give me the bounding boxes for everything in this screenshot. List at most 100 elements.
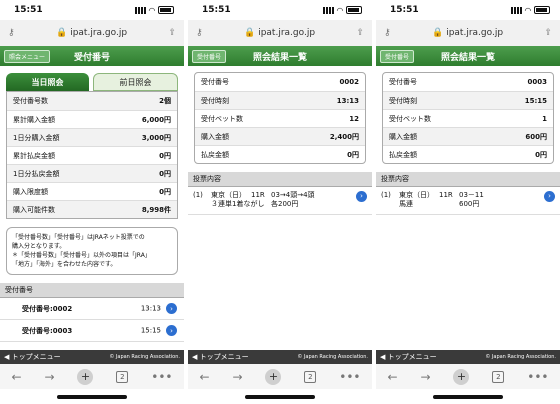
bet-race: 11R xyxy=(439,191,453,199)
note-line: 「受付番号数」「受付番号」はJRAネット投票での xyxy=(12,234,145,241)
chevron-right-icon[interactable]: › xyxy=(166,303,177,314)
tab-today[interactable]: 当日照会 xyxy=(6,73,89,91)
top-menu-link[interactable]: ◀ トップメニュー xyxy=(192,352,249,362)
chevron-right-icon[interactable]: › xyxy=(544,191,555,202)
row-value: 0003 xyxy=(527,78,547,86)
url-text[interactable]: ipat.jra.go.jp xyxy=(446,28,503,38)
back-button[interactable]: 受付番号 xyxy=(380,50,415,63)
back-button[interactable]: 受付番号 xyxy=(192,50,227,63)
row-value: 2個 xyxy=(159,97,171,105)
bet-combo: 03→4頭→4頭 xyxy=(271,191,315,199)
forward-arrow-icon[interactable]: → xyxy=(44,370,54,384)
panel-result-0002: 15:51 ◠ ⚷ 🔒 ipat.jra.go.jp ⇪ 受付番号 照会結果一覧 … xyxy=(188,0,372,404)
url-text[interactable]: ipat.jra.go.jp xyxy=(258,28,315,38)
row-value: 6,000円 xyxy=(141,115,171,124)
more-icon[interactable]: ••• xyxy=(339,370,360,384)
top-menu-link[interactable]: ◀ トップメニュー xyxy=(4,352,61,362)
share-icon[interactable]: ⇪ xyxy=(168,28,176,38)
key-icon[interactable]: ⚷ xyxy=(8,28,15,38)
bet-amount: 各200円 xyxy=(271,200,299,208)
bet-detail[interactable]: (1) 東京（日） 11R 03→4頭→4頭 ３連単1着ながし 各200円 › xyxy=(188,187,372,215)
tabs-button[interactable]: 2 xyxy=(304,370,317,383)
battery-icon xyxy=(346,6,362,14)
table-row: 受付番号 0002 xyxy=(195,73,365,91)
share-icon[interactable]: ⇪ xyxy=(356,28,364,38)
tab-previous-day[interactable]: 前日照会 xyxy=(93,73,178,91)
bet-combo: 03－11 xyxy=(459,191,484,199)
title-bar: 受付番号 照会結果一覧 xyxy=(376,46,560,66)
panel-receipt-list: 15:51 ◠ ⚷ 🔒 ipat.jra.go.jp ⇪ 照会メニュー 受付番号 … xyxy=(0,0,184,404)
row-label: 払戻金額 xyxy=(389,150,417,159)
row-value: 15:15 xyxy=(524,96,547,105)
bet-venue: 東京（日） xyxy=(399,191,434,199)
row-value: 0円 xyxy=(159,187,171,196)
browser-toolbar: ← → +2 ••• xyxy=(188,364,372,389)
bet-index: (1) xyxy=(193,191,203,199)
bet-type: ３連単1着ながし xyxy=(211,200,265,208)
row-value: 0円 xyxy=(347,150,359,159)
url-text[interactable]: ipat.jra.go.jp xyxy=(70,28,127,38)
back-arrow-icon[interactable]: ← xyxy=(11,370,21,384)
browser-toolbar: ← → +2 ••• xyxy=(376,364,560,389)
more-icon[interactable]: ••• xyxy=(527,370,548,384)
key-icon[interactable]: ⚷ xyxy=(384,28,391,38)
row-label: 受付時刻 xyxy=(389,96,417,105)
status-bar: 15:51 ◠ xyxy=(376,0,560,20)
row-label: 購入可能件数 xyxy=(13,205,55,214)
plus-icon[interactable]: + xyxy=(265,368,282,385)
address-bar[interactable]: ⚷ 🔒 ipat.jra.go.jp ⇪ xyxy=(188,20,372,46)
summary-table: 受付番号数 2個 累計購入金額 6,000円 1日分購入金額 3,000円 累計払戻金… xyxy=(6,91,178,219)
bottom-nav: ◀ トップメニュー © Japan Racing Association. xyxy=(0,350,184,364)
bet-detail[interactable]: (1) 東京（日） 11R 03－11 馬連 600円 › xyxy=(376,187,560,215)
row-label: 受付ベット数 xyxy=(389,114,431,123)
chevron-right-icon[interactable]: › xyxy=(356,191,367,202)
row-value: 0002 xyxy=(339,78,359,86)
table-row: 累計購入金額 6,000円 xyxy=(7,110,177,128)
address-bar[interactable]: ⚷ 🔒 ipat.jra.go.jp ⇪ xyxy=(0,20,184,46)
wifi-icon: ◠ xyxy=(336,5,343,15)
tabs-button[interactable]: 2 xyxy=(116,370,129,383)
table-row: 受付ベット数 1 xyxy=(383,109,553,127)
plus-icon[interactable]: + xyxy=(77,368,94,385)
plus-icon[interactable]: + xyxy=(453,368,470,385)
chevron-right-icon[interactable]: › xyxy=(166,325,177,336)
row-value: 13:13 xyxy=(336,96,359,105)
bottom-nav: ◀ トップメニュー © Japan Racing Association. xyxy=(188,350,372,364)
receipt-item-0002[interactable]: 受付番号:0002 13:13 › xyxy=(0,298,184,320)
home-indicator xyxy=(245,395,315,399)
bet-index: (1) xyxy=(381,191,391,199)
row-label: 累計払戻金額 xyxy=(13,151,55,160)
row-label: 受付時刻 xyxy=(201,96,229,105)
more-icon[interactable]: ••• xyxy=(151,370,172,384)
receipt-item-0003[interactable]: 受付番号:0003 15:15 › xyxy=(0,320,184,342)
note-line: 購入分となります。 xyxy=(12,243,66,250)
status-icons: ◠ xyxy=(322,5,362,15)
share-icon[interactable]: ⇪ xyxy=(544,28,552,38)
top-menu-link[interactable]: ◀ トップメニュー xyxy=(380,352,437,362)
address-bar[interactable]: ⚷ 🔒 ipat.jra.go.jp ⇪ xyxy=(376,20,560,46)
clock: 15:51 xyxy=(14,5,43,15)
row-value: 0円 xyxy=(159,151,171,160)
clock: 15:51 xyxy=(390,5,419,15)
back-arrow-icon[interactable]: ← xyxy=(387,370,397,384)
result-summary: 受付番号 0002 受付時刻 13:13 受付ベット数 12 購入金額 2,400円 払… xyxy=(194,72,366,164)
copyright: © Japan Racing Association. xyxy=(109,354,180,360)
tabs-button[interactable]: 2 xyxy=(492,370,505,383)
back-arrow-icon[interactable]: ← xyxy=(199,370,209,384)
row-label: 購入金額 xyxy=(389,132,417,141)
row-label: 受付番号 xyxy=(389,78,417,86)
bottom-nav: ◀ トップメニュー © Japan Racing Association. xyxy=(376,350,560,364)
signal-icon xyxy=(510,6,522,14)
row-value: 0円 xyxy=(535,150,547,159)
receipt-label: 受付番号:0003 xyxy=(22,326,73,335)
table-row: 受付番号数 2個 xyxy=(7,92,177,110)
table-row: 払戻金額 0円 xyxy=(383,145,553,163)
forward-arrow-icon[interactable]: → xyxy=(232,370,242,384)
lock-icon: 🔒 xyxy=(243,28,256,38)
forward-arrow-icon[interactable]: → xyxy=(420,370,430,384)
lock-icon: 🔒 xyxy=(431,28,444,38)
key-icon[interactable]: ⚷ xyxy=(196,28,203,38)
bet-venue: 東京（日） xyxy=(211,191,246,199)
back-to-menu-button[interactable]: 照会メニュー xyxy=(4,50,51,63)
panel-result-0003: 15:51 ◠ ⚷ 🔒 ipat.jra.go.jp ⇪ 受付番号 照会結果一覧 … xyxy=(376,0,560,404)
